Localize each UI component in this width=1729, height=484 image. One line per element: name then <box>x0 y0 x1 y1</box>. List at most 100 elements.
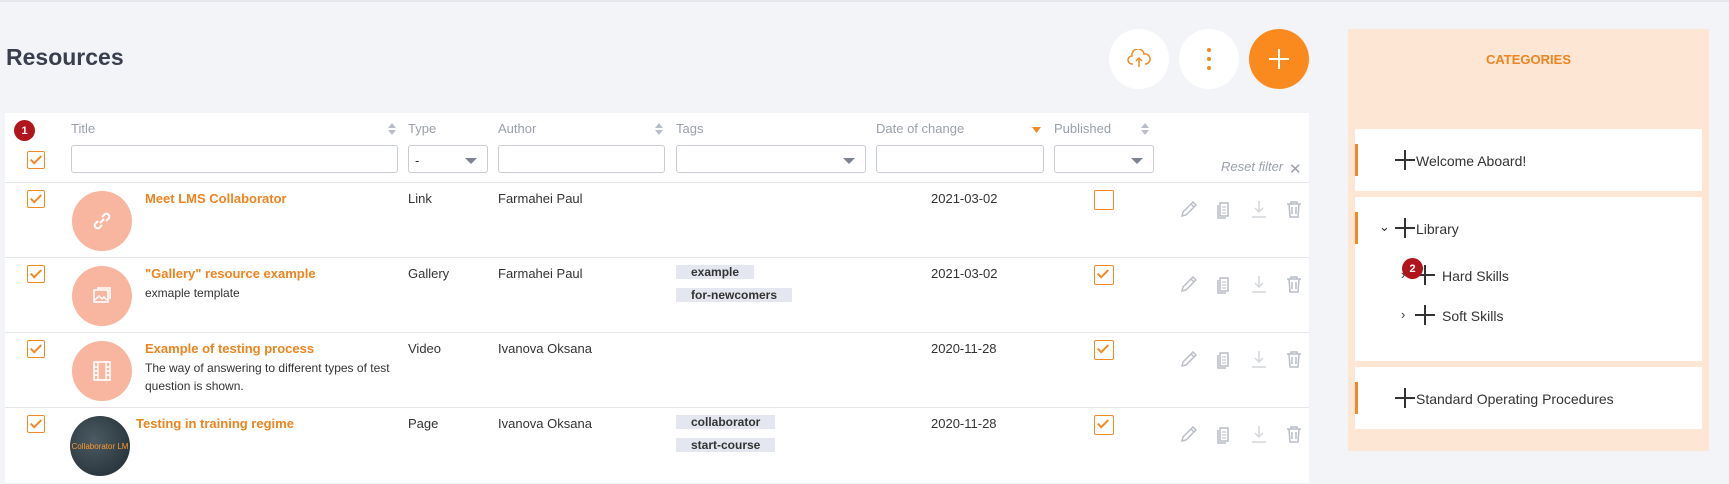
column-header-title[interactable]: Title <box>71 121 95 136</box>
published-checkbox[interactable] <box>1094 190 1114 210</box>
sort-desc-icon[interactable] <box>1032 127 1041 133</box>
column-header-date[interactable]: Date of change <box>876 121 964 136</box>
column-header-type[interactable]: Type <box>408 121 436 136</box>
sort-icon[interactable] <box>388 123 396 135</box>
category-accent <box>1355 382 1358 414</box>
resource-type: Link <box>408 191 432 206</box>
upload-button[interactable] <box>1109 29 1169 89</box>
row-checkbox[interactable] <box>27 340 45 358</box>
table-row[interactable]: Collaborator LM Testing in training regi… <box>5 407 1309 483</box>
pencil-icon[interactable] <box>1179 199 1199 219</box>
link-icon <box>93 212 111 230</box>
resource-title-link[interactable]: Testing in training regime <box>136 416 294 431</box>
tag-chip[interactable]: start-course <box>676 438 776 452</box>
trash-icon[interactable] <box>1284 274 1304 294</box>
plus-icon[interactable] <box>1395 150 1415 170</box>
chevron-down-icon[interactable]: ⌄ <box>1379 219 1390 235</box>
resource-author: Farmahei Paul <box>498 266 583 281</box>
tag-chip[interactable]: example <box>676 265 755 279</box>
resource-type: Video <box>408 341 442 356</box>
table-row[interactable]: Example of testing process The way of an… <box>5 332 1309 408</box>
date-filter-input[interactable] <box>876 145 1044 173</box>
resource-thumbnail <box>72 341 132 401</box>
resource-author: Farmahei Paul <box>498 191 583 206</box>
resource-thumbnail <box>72 266 132 326</box>
categories-title: CATEGORIES <box>1486 52 1571 67</box>
type-filter-select[interactable]: - <box>408 145 488 173</box>
category-item-welcome-aboard[interactable]: Welcome Aboard! <box>1355 129 1702 191</box>
table-row[interactable]: Meet LMS Collaborator Link Farmahei Paul… <box>5 182 1309 258</box>
categories-panel: CATEGORIES Welcome Aboard! ⌄ Library › H… <box>1348 29 1709 451</box>
column-header-published[interactable]: Published <box>1054 121 1111 136</box>
sort-icon[interactable] <box>1141 123 1149 135</box>
column-header-author[interactable]: Author <box>498 121 536 136</box>
resource-type: Gallery <box>408 266 450 281</box>
category-label: Standard Operating Procedures <box>1416 391 1614 407</box>
pencil-icon[interactable] <box>1179 349 1199 369</box>
published-checkbox[interactable] <box>1094 340 1114 360</box>
copy-icon[interactable] <box>1214 424 1234 444</box>
resource-date: 2020-11-28 <box>931 416 997 431</box>
add-resource-button[interactable] <box>1249 29 1309 89</box>
title-filter-input[interactable] <box>71 145 398 173</box>
category-accent <box>1355 212 1358 244</box>
select-all-checkbox[interactable] <box>27 151 45 169</box>
page-title: Resources <box>6 44 124 70</box>
resource-date: 2020-11-28 <box>931 341 997 356</box>
published-filter-select[interactable] <box>1054 145 1154 173</box>
resource-description: The way of answering to different types … <box>145 361 390 393</box>
tags-filter-select[interactable] <box>676 145 866 173</box>
plus-icon[interactable] <box>1395 388 1415 408</box>
notification-badge: 2 <box>1402 258 1423 279</box>
trash-icon[interactable] <box>1284 349 1304 369</box>
download-icon[interactable] <box>1249 274 1269 294</box>
pencil-icon[interactable] <box>1179 424 1199 444</box>
published-checkbox[interactable] <box>1094 415 1114 435</box>
category-item-standard-operating-procedures[interactable]: Standard Operating Procedures <box>1355 367 1702 429</box>
category-label: Welcome Aboard! <box>1416 153 1527 169</box>
close-icon[interactable]: ✕ <box>1289 160 1302 178</box>
tag-chip[interactable]: for-newcomers <box>676 288 793 302</box>
cloud-upload-icon <box>1127 49 1151 67</box>
tag-chip[interactable]: collaborator <box>676 415 776 429</box>
chevron-down-icon <box>1131 158 1143 164</box>
trash-icon[interactable] <box>1284 199 1304 219</box>
resource-title-link[interactable]: "Gallery" resource example <box>145 266 316 281</box>
more-vertical-icon <box>1207 48 1211 70</box>
download-icon[interactable] <box>1249 349 1269 369</box>
copy-icon[interactable] <box>1214 199 1234 219</box>
row-checkbox[interactable] <box>27 190 45 208</box>
resource-thumbnail <box>72 191 132 251</box>
category-item-library[interactable]: ⌄ Library › Hard Skills 2 › Soft Skills <box>1355 197 1702 361</box>
resources-table: Title Type Author Tags Date of change Pu… <box>5 113 1309 483</box>
pencil-icon[interactable] <box>1179 274 1199 294</box>
copy-icon[interactable] <box>1214 274 1234 294</box>
subcategory-label[interactable]: Hard Skills <box>1442 268 1509 284</box>
author-filter-input[interactable] <box>498 145 665 173</box>
chevron-down-icon <box>843 158 855 164</box>
plus-icon[interactable] <box>1395 218 1415 238</box>
plus-icon[interactable] <box>1415 305 1435 325</box>
more-options-button[interactable] <box>1179 29 1239 89</box>
download-icon[interactable] <box>1249 424 1269 444</box>
resource-author: Ivanova Oksana <box>498 416 592 431</box>
chevron-right-icon[interactable]: › <box>1401 307 1405 322</box>
row-checkbox[interactable] <box>27 265 45 283</box>
published-checkbox[interactable] <box>1094 265 1114 285</box>
resource-date: 2021-03-02 <box>931 191 998 206</box>
copy-icon[interactable] <box>1214 349 1234 369</box>
resource-description: exmaple template <box>145 286 240 300</box>
resource-title-link[interactable]: Example of testing process <box>145 341 314 356</box>
sort-icon[interactable] <box>655 123 663 135</box>
download-icon[interactable] <box>1249 199 1269 219</box>
resource-title-link[interactable]: Meet LMS Collaborator <box>145 191 287 206</box>
table-row[interactable]: "Gallery" resource example exmaple templ… <box>5 257 1309 333</box>
row-checkbox[interactable] <box>27 415 45 433</box>
trash-icon[interactable] <box>1284 424 1304 444</box>
resource-photo-thumbnail: Collaborator LM <box>70 416 130 476</box>
resource-author: Ivanova Oksana <box>498 341 592 356</box>
column-header-tags[interactable]: Tags <box>676 121 703 136</box>
subcategory-label[interactable]: Soft Skills <box>1442 308 1503 324</box>
reset-filter-link[interactable]: Reset filter <box>1221 159 1283 174</box>
top-divider <box>0 0 1729 2</box>
